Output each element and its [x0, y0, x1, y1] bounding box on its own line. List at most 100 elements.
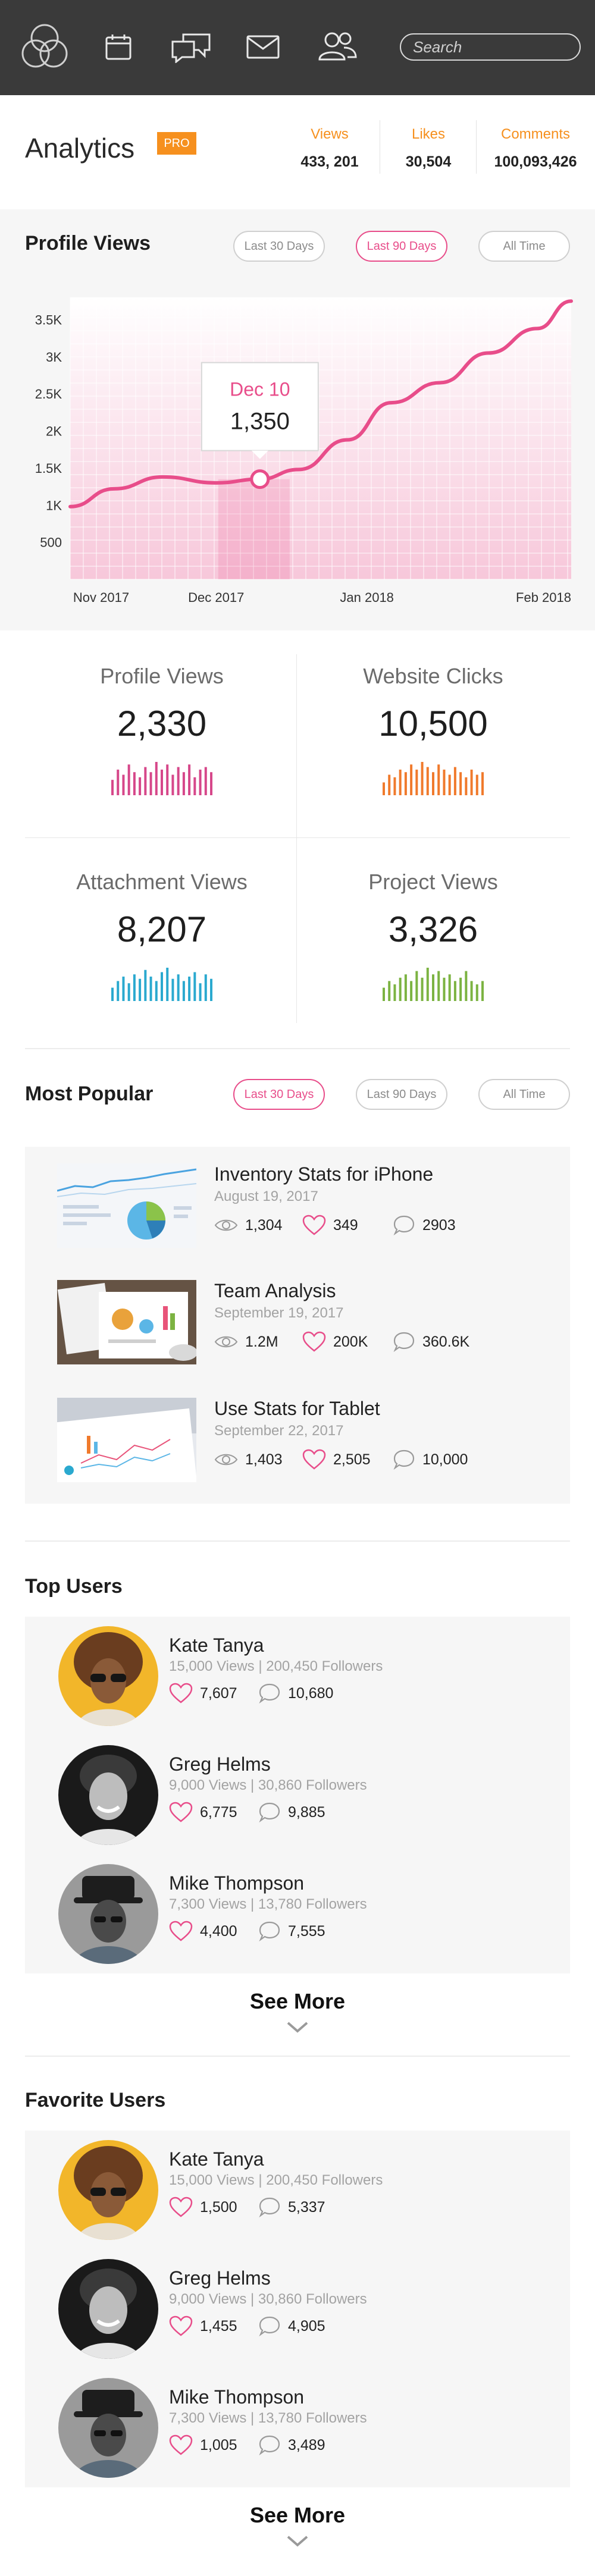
- sparkline-bar: [127, 983, 130, 1001]
- comment-icon[interactable]: [258, 1802, 281, 1823]
- comments-count: 9,885: [288, 1803, 325, 1821]
- see-more-button[interactable]: See More: [0, 1989, 595, 2039]
- comment-icon[interactable]: [258, 1921, 281, 1942]
- user-row[interactable]: Kate Tanya 15,000 Views | 200,450 Follow…: [25, 1617, 570, 1736]
- chevron-down-icon[interactable]: [286, 2020, 309, 2034]
- eye-icon: [214, 1336, 238, 1348]
- comment-icon[interactable]: [393, 1449, 415, 1470]
- heart-icon[interactable]: [302, 1331, 326, 1353]
- user-name[interactable]: Kate Tanya: [169, 2148, 264, 2170]
- likes-metric[interactable]: 200K: [302, 1330, 368, 1354]
- likes-count: 7,607: [200, 1684, 237, 1702]
- likes-metric[interactable]: 6,775: [169, 1800, 237, 1825]
- heart-icon[interactable]: [169, 2315, 193, 2337]
- sparkline-bar: [161, 769, 163, 795]
- x-tick-label: Feb 2018: [516, 590, 571, 605]
- popular-item[interactable]: Team Analysis September 19, 2017 1.2M 20…: [25, 1263, 570, 1381]
- divider: [25, 2056, 570, 2057]
- comments-metric[interactable]: 5,337: [258, 2195, 325, 2220]
- user-name[interactable]: Greg Helms: [169, 2267, 271, 2289]
- page-title: Analytics: [25, 133, 135, 164]
- search-input[interactable]: [401, 34, 580, 59]
- chat-icon[interactable]: [170, 32, 212, 63]
- comments-metric[interactable]: 9,885: [258, 1800, 325, 1825]
- user-name[interactable]: Greg Helms: [169, 1753, 271, 1775]
- header-stat-views: Views 433, 201: [276, 126, 383, 171]
- user-meta: 15,000 Views | 200,450 Followers: [169, 1658, 383, 1674]
- chart-highlight-band: [218, 479, 290, 579]
- comments-metric[interactable]: 4,905: [258, 2314, 325, 2339]
- sparkline-bar: [204, 767, 207, 795]
- x-tick-label: Nov 2017: [73, 590, 129, 605]
- user-row[interactable]: Greg Helms 9,000 Views | 30,860 Follower…: [25, 1736, 570, 1855]
- heart-icon[interactable]: [169, 2197, 193, 2218]
- user-row[interactable]: Mike Thompson 7,300 Views | 13,780 Follo…: [25, 2368, 570, 2487]
- views-metric: 1.2M: [214, 1330, 278, 1354]
- item-title: Team Analysis: [214, 1280, 336, 1301]
- user-row[interactable]: Kate Tanya 15,000 Views | 200,450 Follow…: [25, 2131, 570, 2249]
- likes-metric[interactable]: 4,400: [169, 1919, 237, 1944]
- y-tick-label: 1K: [46, 498, 62, 513]
- comments-metric[interactable]: 10,000: [393, 1448, 468, 1471]
- sparkline-bar: [399, 769, 402, 795]
- filter-last-90-days[interactable]: Last 90 Days: [356, 1079, 447, 1110]
- filter-last-30-days[interactable]: Last 30 Days: [233, 1079, 325, 1110]
- y-tick-label: 3.5K: [35, 312, 62, 327]
- user-row[interactable]: Greg Helms 9,000 Views | 30,860 Follower…: [25, 2249, 570, 2368]
- user-name[interactable]: Mike Thompson: [169, 1872, 304, 1894]
- likes-metric[interactable]: 1,500: [169, 2195, 237, 2220]
- chart-plot-area: [70, 297, 571, 579]
- sparkline-bars: [111, 968, 212, 1001]
- see-more-button[interactable]: See More: [0, 2503, 595, 2553]
- comment-icon[interactable]: [258, 2434, 281, 2456]
- comment-icon[interactable]: [393, 1215, 415, 1236]
- y-tick-label: 500: [40, 535, 62, 550]
- chevron-down-icon[interactable]: [286, 2534, 309, 2547]
- comments-metric[interactable]: 10,680: [258, 1681, 333, 1706]
- search-box[interactable]: [400, 33, 581, 61]
- sparkline-bar: [443, 769, 446, 795]
- stat-card-label: Profile Views: [100, 664, 224, 688]
- filter-all-time[interactable]: All Time: [478, 1079, 570, 1110]
- comments-metric[interactable]: 360.6K: [393, 1330, 469, 1354]
- likes-metric[interactable]: 7,607: [169, 1681, 237, 1706]
- comment-icon[interactable]: [393, 1331, 415, 1353]
- x-tick-label: Dec 2017: [188, 590, 244, 605]
- user-meta: 7,300 Views | 13,780 Followers: [169, 2410, 367, 2426]
- comments-metric[interactable]: 2903: [393, 1213, 456, 1237]
- mail-icon[interactable]: [246, 34, 280, 59]
- sparkline-bar: [182, 772, 185, 795]
- likes-metric[interactable]: 349: [302, 1213, 358, 1237]
- comments-metric[interactable]: 7,555: [258, 1919, 325, 1944]
- header-stat-likes: Likes 30,504: [375, 126, 482, 171]
- sparkline-bar: [443, 977, 446, 1001]
- comment-icon[interactable]: [258, 2315, 281, 2337]
- sparkline-bar: [383, 782, 385, 795]
- sparkline-bar: [188, 976, 191, 1001]
- logo-rings-icon[interactable]: [18, 20, 71, 74]
- calendar-icon[interactable]: [105, 33, 132, 61]
- user-name[interactable]: Mike Thompson: [169, 2386, 304, 2408]
- user-name[interactable]: Kate Tanya: [169, 1634, 264, 1656]
- sparkline-bar: [459, 977, 462, 1001]
- user-row[interactable]: Mike Thompson 7,300 Views | 13,780 Follo…: [25, 1855, 570, 1973]
- users-icon[interactable]: [318, 31, 357, 62]
- popular-item[interactable]: Use Stats for Tablet September 22, 2017 …: [25, 1381, 570, 1504]
- comments-metric[interactable]: 3,489: [258, 2433, 325, 2458]
- heart-icon[interactable]: [302, 1449, 326, 1470]
- popular-item[interactable]: Inventory Stats for iPhone August 19, 20…: [25, 1147, 570, 1263]
- heart-icon[interactable]: [302, 1215, 326, 1236]
- comment-icon[interactable]: [258, 1683, 281, 1704]
- likes-metric[interactable]: 1,005: [169, 2433, 237, 2458]
- comment-icon[interactable]: [258, 2197, 281, 2218]
- see-more-label: See More: [249, 1989, 346, 2013]
- heart-icon[interactable]: [169, 1683, 193, 1704]
- item-title: Inventory Stats for iPhone: [214, 1163, 434, 1185]
- likes-metric[interactable]: 1,455: [169, 2314, 237, 2339]
- top-nav-bar: [0, 0, 595, 95]
- likes-metric[interactable]: 2,505: [302, 1448, 371, 1471]
- heart-icon[interactable]: [169, 2434, 193, 2456]
- heart-icon[interactable]: [169, 1921, 193, 1942]
- user-meta: 7,300 Views | 13,780 Followers: [169, 1896, 367, 1912]
- heart-icon[interactable]: [169, 1802, 193, 1823]
